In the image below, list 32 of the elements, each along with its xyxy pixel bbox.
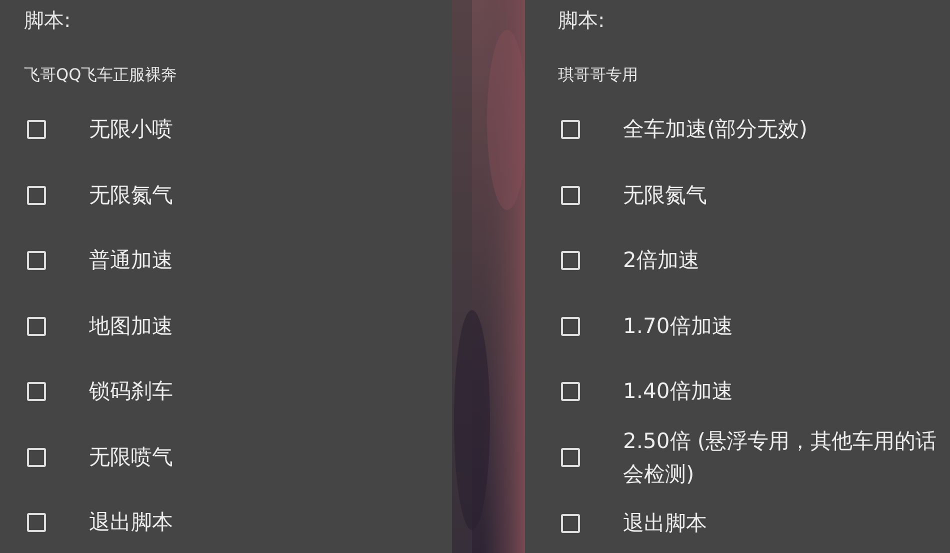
option-label: 无限氮气 (89, 182, 173, 209)
option-label: 地图加速 (89, 312, 173, 340)
option-label: 无限喷气 (89, 444, 173, 471)
option-label: 退出脚本 (623, 510, 707, 537)
checkbox[interactable] (27, 513, 46, 532)
checkbox[interactable] (561, 120, 580, 140)
option-label: 普通加速 (89, 247, 173, 274)
option-label: 2.50倍 (悬浮专用，其他车用的话会检测) (623, 428, 938, 488)
script-name: 琪哥哥专用 (558, 64, 639, 86)
option-label: 锁码刹车 (89, 378, 173, 406)
checkbox[interactable] (27, 120, 46, 140)
checkbox[interactable] (561, 448, 580, 467)
checkbox[interactable] (561, 251, 580, 270)
checkbox[interactable] (27, 186, 46, 205)
option-label: 2倍加速 (623, 247, 700, 274)
option-label: 无限氮气 (623, 182, 707, 209)
script-name: 飞哥QQ飞车正服裸奔 (24, 64, 178, 86)
option-label: 1.40倍加速 (623, 378, 733, 406)
option-label: 无限小喷 (89, 116, 173, 144)
section-heading: 脚本: (24, 7, 72, 34)
checkbox[interactable] (561, 316, 580, 336)
option-label: 1.70倍加速 (623, 312, 733, 340)
checkbox[interactable] (561, 514, 580, 533)
checkbox[interactable] (27, 382, 46, 402)
checkbox[interactable] (27, 316, 46, 336)
section-heading: 脚本: (558, 7, 606, 34)
checkbox[interactable] (561, 382, 580, 402)
checkbox[interactable] (561, 186, 580, 205)
checkbox[interactable] (27, 251, 46, 270)
checkbox[interactable] (27, 448, 46, 467)
option-label: 退出脚本 (89, 509, 173, 536)
option-label: 全车加速(部分无效) (623, 116, 808, 144)
